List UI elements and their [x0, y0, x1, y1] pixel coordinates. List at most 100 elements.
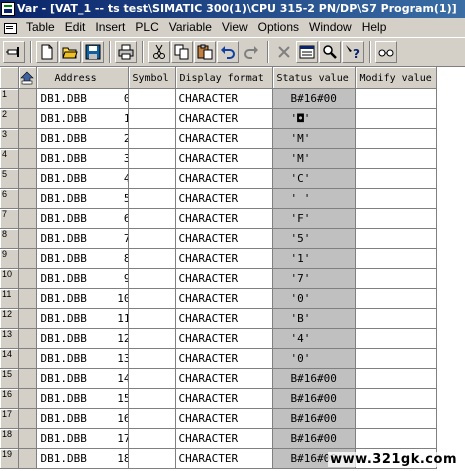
address-cell[interactable]: DB1.DBB 12 — [36, 328, 129, 349]
menu-plc[interactable]: PLC — [130, 18, 163, 37]
address-column-header[interactable]: Address — [36, 67, 129, 89]
cut-button[interactable] — [148, 41, 170, 63]
table-row[interactable]: 5 DB1.DBB 4 CHARACTER'C' — [0, 168, 437, 189]
display-format-cell[interactable]: CHARACTER — [175, 228, 273, 249]
display-format-cell[interactable]: CHARACTER — [175, 188, 273, 209]
modify-value-cell[interactable] — [355, 168, 437, 189]
menu-options[interactable]: Options — [253, 18, 304, 37]
symbol-cell[interactable] — [128, 148, 176, 169]
redo-button[interactable] — [240, 41, 262, 63]
modify-value-cell[interactable] — [355, 208, 437, 229]
address-cell[interactable]: DB1.DBB 16 — [36, 408, 129, 429]
address-cell[interactable]: DB1.DBB 9 — [36, 268, 129, 289]
copy-button[interactable] — [171, 41, 193, 63]
modify-value-cell[interactable] — [355, 268, 437, 289]
address-cell[interactable]: DB1.DBB 8 — [36, 248, 129, 269]
symbol-cell[interactable] — [128, 168, 176, 189]
address-cell[interactable]: DB1.DBB 17 — [36, 428, 129, 449]
address-cell[interactable]: DB1.DBB 6 — [36, 208, 129, 229]
address-cell[interactable]: DB1.DBB 14 — [36, 368, 129, 389]
row-number[interactable]: 4 — [0, 148, 19, 169]
modify-value-cell[interactable] — [355, 128, 437, 149]
row-number[interactable]: 19 — [0, 448, 19, 469]
modify-value-cell[interactable] — [355, 368, 437, 389]
print-button[interactable] — [115, 41, 137, 63]
symbol-cell[interactable] — [128, 108, 176, 129]
display-format-cell[interactable]: CHARACTER — [175, 328, 273, 349]
display-format-cell[interactable]: CHARACTER — [175, 208, 273, 229]
modify-value-cell[interactable] — [355, 348, 437, 369]
symbol-cell[interactable] — [128, 228, 176, 249]
display-format-cell[interactable]: CHARACTER — [175, 88, 273, 109]
modify-value-cell[interactable] — [355, 88, 437, 109]
display-format-cell[interactable]: CHARACTER — [175, 148, 273, 169]
delete-button[interactable] — [273, 41, 295, 63]
modify-value-cell[interactable] — [355, 108, 437, 129]
display-format-cell[interactable]: CHARACTER — [175, 288, 273, 309]
display-format-cell[interactable]: CHARACTER — [175, 168, 273, 189]
symbol-cell[interactable] — [128, 208, 176, 229]
display-format-cell[interactable]: CHARACTER — [175, 368, 273, 389]
modify-value-cell[interactable] — [355, 328, 437, 349]
table-row[interactable]: 11 DB1.DBB 10 CHARACTER'0' — [0, 288, 437, 309]
open-button[interactable] — [59, 41, 81, 63]
paste-button[interactable] — [194, 41, 216, 63]
display-format-cell[interactable]: CHARACTER — [175, 348, 273, 369]
table-row[interactable]: 13 DB1.DBB 12 CHARACTER'4' — [0, 328, 437, 349]
symbol-cell[interactable] — [128, 448, 176, 469]
row-number[interactable]: 12 — [0, 308, 19, 329]
menu-window[interactable]: Window — [304, 18, 357, 37]
address-cell[interactable]: DB1.DBB 18 — [36, 448, 129, 469]
new-button[interactable] — [36, 41, 58, 63]
row-number[interactable]: 16 — [0, 388, 19, 409]
address-cell[interactable]: DB1.DBB 7 — [36, 228, 129, 249]
row-number[interactable]: 17 — [0, 408, 19, 429]
modify-value-cell[interactable] — [355, 188, 437, 209]
row-number[interactable]: 1 — [0, 88, 19, 109]
row-number[interactable]: 10 — [0, 268, 19, 289]
modify-value-cell[interactable] — [355, 228, 437, 249]
table-row[interactable]: 9 DB1.DBB 8 CHARACTER'1' — [0, 248, 437, 269]
table-row[interactable]: 18 DB1.DBB 17 CHARACTERB#16#00 — [0, 428, 437, 449]
address-cell[interactable]: DB1.DBB 13 — [36, 348, 129, 369]
row-number[interactable]: 6 — [0, 188, 19, 209]
modify-value-cell[interactable] — [355, 408, 437, 429]
row-number[interactable]: 5 — [0, 168, 19, 189]
table-row[interactable]: 1 DB1.DBB 0 CHARACTERB#16#00 — [0, 88, 437, 109]
display-format-cell[interactable]: CHARACTER — [175, 428, 273, 449]
table-row[interactable]: 12 DB1.DBB 11 CHARACTER'B' — [0, 308, 437, 329]
menu-help[interactable]: Help — [357, 18, 392, 37]
table-row[interactable]: 8 DB1.DBB 7 CHARACTER'5' — [0, 228, 437, 249]
row-number[interactable]: 15 — [0, 368, 19, 389]
row-number[interactable]: 2 — [0, 108, 19, 129]
symbol-cell[interactable] — [128, 308, 176, 329]
symbol-cell[interactable] — [128, 368, 176, 389]
symbol-cell[interactable] — [128, 248, 176, 269]
symbol-cell[interactable] — [128, 128, 176, 149]
address-cell[interactable]: DB1.DBB 10 — [36, 288, 129, 309]
symbol-cell[interactable] — [128, 268, 176, 289]
menu-edit[interactable]: Edit — [60, 18, 91, 37]
table-row[interactable]: 10 DB1.DBB 9 CHARACTER'7' — [0, 268, 437, 289]
table-row[interactable]: 14 DB1.DBB 13 CHARACTER'0' — [0, 348, 437, 369]
display-format-cell[interactable]: CHARACTER — [175, 388, 273, 409]
row-number[interactable]: 3 — [0, 128, 19, 149]
table-row[interactable]: 16 DB1.DBB 15 CHARACTERB#16#00 — [0, 388, 437, 409]
display-format-cell[interactable]: CHARACTER — [175, 108, 273, 129]
row-number[interactable]: 13 — [0, 328, 19, 349]
display-format-cell[interactable]: CHARACTER — [175, 268, 273, 289]
address-cell[interactable]: DB1.DBB 0 — [36, 88, 129, 109]
monitor-button[interactable] — [296, 41, 318, 63]
address-cell[interactable]: DB1.DBB 15 — [36, 388, 129, 409]
menu-insert[interactable]: Insert — [90, 18, 130, 37]
symbol-cell[interactable] — [128, 428, 176, 449]
modify-value-cell[interactable] — [355, 428, 437, 449]
row-number[interactable]: 9 — [0, 248, 19, 269]
var-table-app-icon[interactable] — [1, 2, 15, 16]
symbol-cell[interactable] — [128, 348, 176, 369]
symbol-cell[interactable] — [128, 88, 176, 109]
modify-value-cell[interactable] — [355, 248, 437, 269]
address-cell[interactable]: DB1.DBB 11 — [36, 308, 129, 329]
table-row[interactable]: 7 DB1.DBB 6 CHARACTER'F' — [0, 208, 437, 229]
row-number[interactable]: 11 — [0, 288, 19, 309]
